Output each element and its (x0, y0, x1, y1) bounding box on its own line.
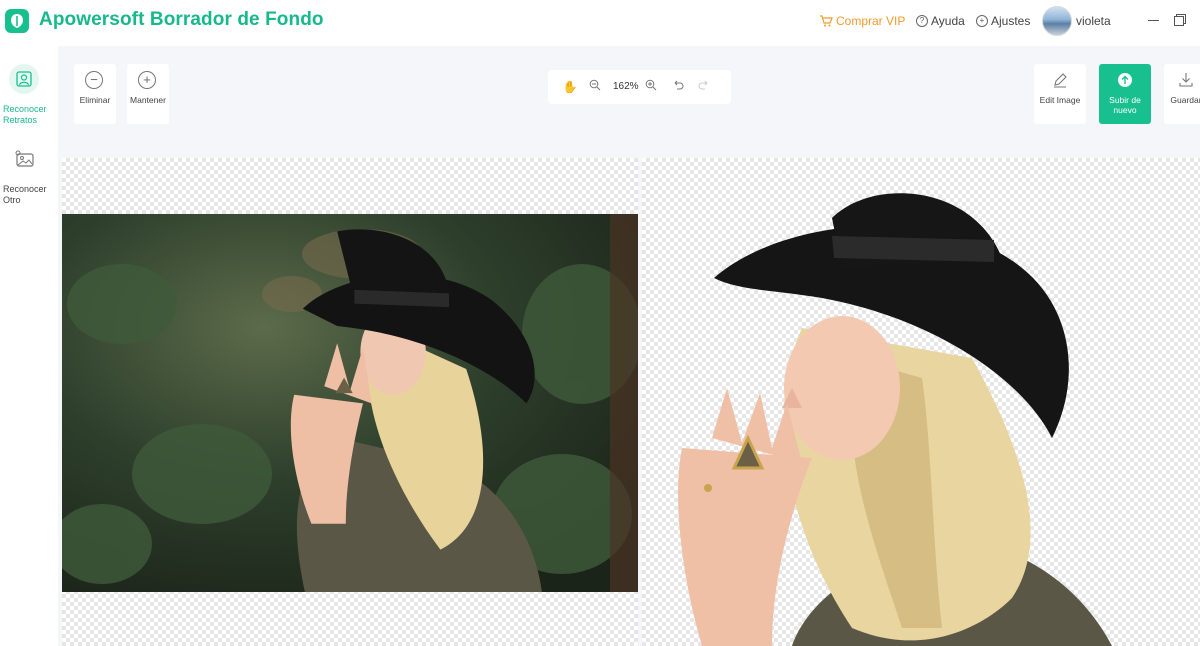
keep-label: Mantener (130, 95, 166, 105)
redo-icon[interactable] (696, 79, 712, 95)
save-button[interactable]: Guardar (1164, 64, 1200, 124)
original-photo (62, 214, 638, 592)
help-icon: ? (916, 15, 928, 27)
upload-again-label: Subir de nuevo (1109, 95, 1141, 115)
app-logo-icon (5, 9, 29, 33)
sidebar-item-portraits[interactable]: Reconocer Retratos (0, 64, 58, 134)
keep-button[interactable]: + Mantener (127, 64, 169, 124)
minimize-button[interactable] (1146, 12, 1162, 28)
remove-label: Eliminar (79, 95, 111, 105)
title-bar: Apowersoft Borrador de Fondo Comprar VIP… (0, 0, 1200, 46)
username[interactable]: violeta (1076, 14, 1111, 28)
download-icon (1177, 71, 1195, 89)
portrait-icon (9, 64, 39, 94)
help-label: Ayuda (931, 14, 965, 28)
buy-vip-label: Comprar VIP (836, 14, 906, 28)
zoom-level: 162% (613, 81, 639, 92)
zoom-out-icon[interactable] (587, 79, 603, 95)
undo-icon[interactable] (670, 79, 686, 95)
cart-icon (820, 15, 833, 27)
edit-image-button[interactable]: Edit Image (1034, 64, 1086, 124)
buy-vip-link[interactable]: Comprar VIP (819, 14, 905, 28)
original-image-panel[interactable] (62, 158, 638, 646)
plus-circle-icon: + (138, 71, 156, 89)
help-link[interactable]: ? Ayuda (916, 14, 965, 28)
remove-button[interactable]: − Eliminar (74, 64, 116, 124)
save-label: Guardar (1170, 95, 1200, 105)
hand-icon[interactable]: ✋ (562, 79, 578, 95)
edit-image-label: Edit Image (1039, 95, 1081, 105)
settings-icon: + (976, 15, 988, 27)
upload-again-button[interactable]: Subir de nuevo (1099, 64, 1151, 124)
settings-label: Ajustes (991, 14, 1031, 28)
zoom-in-icon[interactable] (643, 79, 659, 95)
object-icon (9, 144, 39, 174)
cutout-photo (678, 193, 1112, 646)
upload-icon (1116, 71, 1134, 89)
zoom-toolbar: ✋ 162% (548, 70, 731, 104)
sidebar-item-label: Reconocer Otro (3, 184, 47, 205)
restore-button[interactable] (1172, 12, 1188, 28)
app-title: Apowersoft Borrador de Fondo (39, 9, 324, 30)
result-image-panel[interactable] (642, 158, 1200, 646)
pen-icon (1051, 71, 1069, 89)
main-area: − Eliminar + Mantener ✋ 162% Edit Image … (58, 46, 1200, 646)
settings-link[interactable]: + Ajustes (976, 14, 1030, 28)
minus-circle-icon: − (85, 71, 103, 89)
sidebar: Reconocer Retratos Reconocer Otro (0, 46, 58, 646)
sidebar-item-label: Reconocer Retratos (3, 104, 47, 125)
avatar[interactable] (1042, 6, 1072, 36)
sidebar-item-other[interactable]: Reconocer Otro (0, 144, 58, 214)
